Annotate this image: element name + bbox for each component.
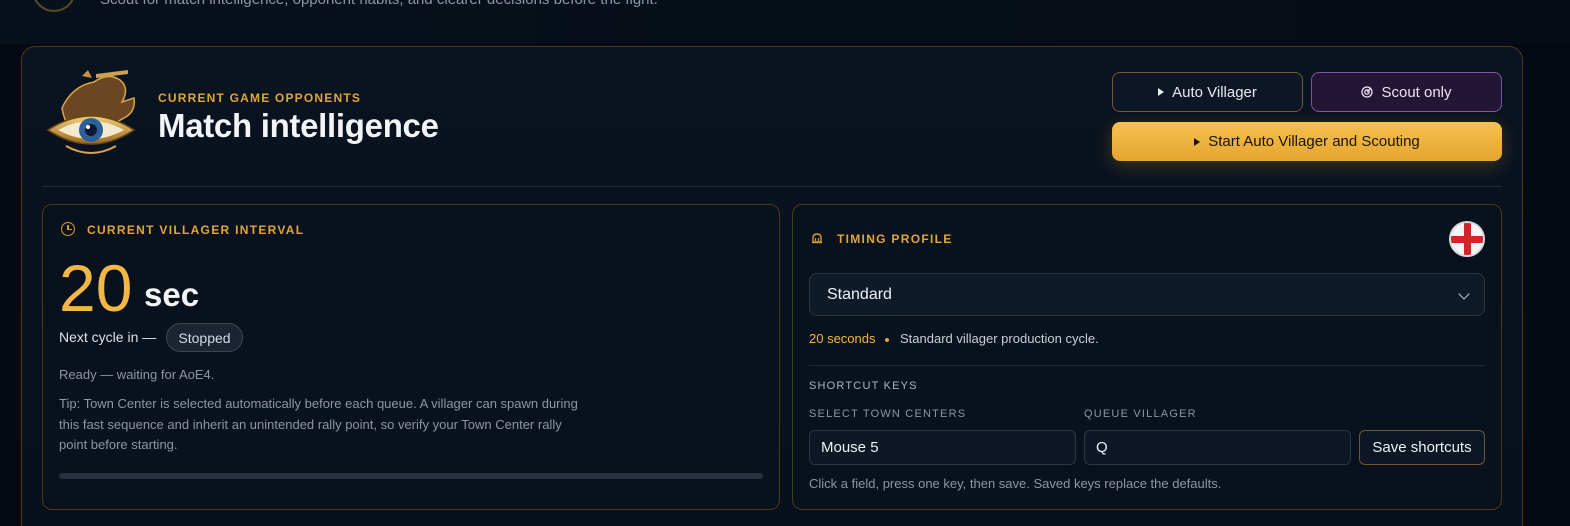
radar-icon <box>1361 86 1374 98</box>
villager-interval-panel <box>42 204 780 510</box>
rally-point-tip: Tip: Town Center is selected automatical… <box>59 396 578 452</box>
start-auto-villager-and-scouting-button[interactable]: Start Auto Villager and Scouting <box>1112 122 1502 161</box>
cycle-progress-bar <box>59 473 763 479</box>
timing-profile-selected: Standard <box>827 285 892 303</box>
auto-villager-button[interactable]: Auto Villager <box>1112 72 1303 112</box>
start-both-label: Start Auto Villager and Scouting <box>1208 133 1420 150</box>
queue-villager-label: QUEUE VILLAGER <box>1084 408 1197 420</box>
interval-unit: sec <box>144 276 200 313</box>
page-title: Match intelligence <box>158 107 439 144</box>
england-flag-icon[interactable] <box>1449 221 1485 257</box>
queue-villager-shortcut-input[interactable]: Q <box>1084 430 1351 465</box>
ready-status-text: Ready — waiting for AoE4. <box>59 367 215 382</box>
page-subtitle: Scout for match intelligence, opponent h… <box>100 0 658 8</box>
chevron-down-icon <box>1458 288 1470 300</box>
play-icon <box>1194 137 1201 146</box>
villager-interval-label: CURRENT VILLAGER INTERVAL <box>87 223 305 237</box>
shortcuts-help-text: Click a field, press one key, then save.… <box>809 476 1222 491</box>
shortcuts-divider <box>809 365 1485 366</box>
shortcut-keys-heading: SHORTCUT KEYS <box>809 380 918 392</box>
timing-description: Standard villager production cycle. <box>900 331 1099 346</box>
timing-profile-select[interactable]: Standard <box>809 273 1485 316</box>
scout-only-label: Scout only <box>1381 83 1452 101</box>
header-divider <box>42 186 1502 187</box>
next-cycle-text: Next cycle in — <box>59 329 157 345</box>
eyebrow-label: CURRENT GAME OPPONENTS <box>158 91 362 105</box>
timing-profile-label: TIMING PROFILE <box>837 232 953 246</box>
auto-villager-label: Auto Villager <box>1172 83 1257 101</box>
scout-only-button[interactable]: Scout only <box>1311 72 1502 112</box>
bell-icon <box>812 233 822 244</box>
save-shortcuts-button[interactable]: Save shortcuts <box>1359 430 1485 465</box>
interval-value: 20 <box>59 251 133 325</box>
status-badge: Stopped <box>166 323 243 352</box>
select-town-centers-label: SELECT TOWN CENTERS <box>809 408 967 420</box>
play-icon <box>1158 88 1165 96</box>
town-center-shortcut-input[interactable]: Mouse 5 <box>809 430 1076 465</box>
scout-rider-eye-logo-icon <box>46 70 136 154</box>
timing-seconds: 20 seconds <box>809 331 876 346</box>
clock-icon <box>61 222 75 236</box>
separator-dot <box>885 338 889 342</box>
